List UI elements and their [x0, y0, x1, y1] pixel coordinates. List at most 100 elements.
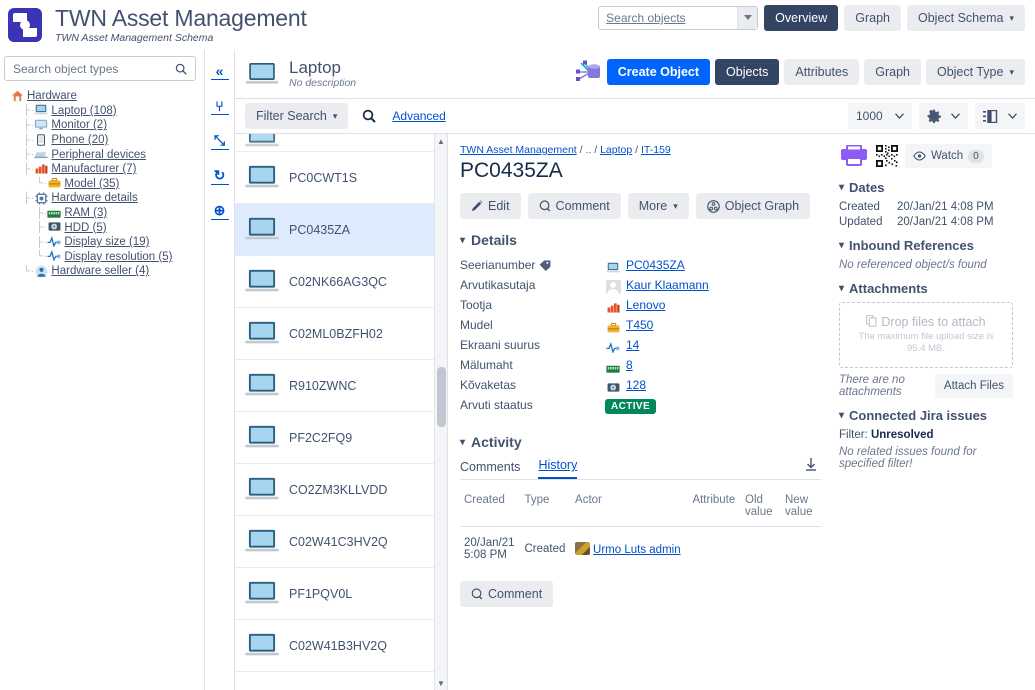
object-type-tree-item[interactable]: Hardware — [4, 89, 204, 104]
tab-attributes[interactable]: Attributes — [784, 59, 860, 85]
object-list-item[interactable]: PF2C2FQ9 — [235, 412, 447, 464]
object-type-tree-label[interactable]: Model (35) — [64, 178, 119, 190]
scroll-up-icon[interactable]: ▲ — [435, 134, 447, 148]
object-type-tree-item[interactable]: └· Display resolution (5) — [4, 250, 204, 265]
laptop-icon — [243, 424, 281, 452]
pulse-icon — [605, 340, 621, 354]
object-type-tree-item[interactable]: ├· HDD (5) — [4, 220, 204, 235]
create-object-button[interactable]: Create Object — [606, 59, 711, 85]
add-comment-button[interactable]: Comment — [460, 581, 554, 608]
object-type-tree-item[interactable]: ├· Peripheral devices — [4, 147, 204, 162]
page-size-select[interactable]: 1000 — [848, 103, 912, 129]
collapse-panel-icon[interactable]: « — [210, 62, 229, 80]
object-list[interactable]: PC0CWT1S PC0435ZA C02NK66AG3QC C02ML0BZFH02… — [235, 134, 448, 690]
attachments-header[interactable]: ▾ Attachments — [839, 281, 1013, 296]
overview-button[interactable]: Overview — [764, 5, 839, 31]
object-list-item[interactable]: CO2ZM3KLLVDD — [235, 464, 447, 516]
object-type-tree-label[interactable]: Display size (19) — [64, 236, 149, 248]
object-type-tree-label[interactable]: Hardware seller (4) — [51, 265, 149, 277]
inbound-references-header[interactable]: ▾ Inbound References — [839, 238, 1013, 253]
object-graph-button[interactable]: Object Graph — [695, 193, 811, 220]
scrollbar-thumb[interactable] — [437, 367, 446, 427]
object-type-tree-item[interactable]: ├· Hardware details — [4, 191, 204, 206]
object-type-tree-label[interactable]: HDD (5) — [64, 222, 106, 234]
attachment-dropzone[interactable]: Drop files to attach The maximum file up… — [839, 302, 1013, 368]
jira-filter-line: Filter: Unresolved — [839, 429, 1013, 441]
object-schema-button[interactable]: Object Schema ▾ — [907, 5, 1025, 31]
chevron-down-icon[interactable] — [737, 7, 758, 29]
object-list-item-label: PF1PQV0L — [289, 586, 353, 601]
attach-files-button[interactable]: Attach Files — [934, 374, 1013, 398]
attribute-value-link[interactable]: Kaur Klaamann — [626, 278, 709, 292]
history-actor-link[interactable]: Urmo Luts admin — [593, 544, 681, 556]
object-type-tree-item[interactable]: ├· Monitor (2) — [4, 118, 204, 133]
tab-comments[interactable]: Comments — [460, 460, 520, 479]
filter-search-button[interactable]: Filter Search ▾ — [245, 103, 349, 129]
refresh-icon[interactable]: ↻ — [210, 167, 229, 185]
jira-issues-header[interactable]: ▾ Connected Jira issues — [839, 408, 1013, 423]
search-object-types-input[interactable]: Search object types — [4, 56, 196, 81]
tab-objects[interactable]: Objects — [715, 59, 780, 85]
printer-icon[interactable] — [839, 145, 869, 167]
object-type-tree-label[interactable]: Hardware — [27, 90, 77, 102]
object-list-item[interactable]: C02W41C3HV2Q — [235, 516, 447, 568]
settings-menu-button[interactable] — [919, 103, 968, 129]
tab-history[interactable]: History — [538, 458, 578, 480]
tab-graph[interactable]: Graph — [864, 59, 921, 85]
object-type-tree-item[interactable]: ├· Phone (20) — [4, 133, 204, 148]
tree-view-icon[interactable]: ⑂ — [210, 97, 229, 115]
object-list-item[interactable] — [235, 134, 447, 152]
attribute-value-link[interactable]: Lenovo — [626, 298, 665, 312]
object-type-tree-label[interactable]: Peripheral devices — [51, 149, 146, 161]
object-type-menu-button[interactable]: Object Type ▾ — [925, 59, 1025, 85]
breadcrumb-item[interactable]: TWN Asset Management — [460, 144, 577, 156]
attribute-value-link[interactable]: 14 — [626, 338, 639, 352]
activity-section-header[interactable]: ▾ Activity — [460, 434, 821, 450]
object-type-tree-label[interactable]: Phone (20) — [51, 134, 108, 146]
advanced-link[interactable]: Advanced — [392, 109, 445, 123]
columns-menu-button[interactable] — [975, 103, 1025, 129]
no-attachments-text: There are no attachments — [839, 374, 905, 398]
attribute-value-link[interactable]: PC0435ZA — [626, 258, 685, 272]
object-type-tree-item[interactable]: ├· Display size (19) — [4, 235, 204, 250]
object-type-tree-item[interactable]: └· Model (35) — [4, 177, 204, 192]
search-objects-input[interactable]: Search objects — [598, 6, 759, 30]
object-type-tree-label[interactable]: Hardware details — [51, 192, 137, 204]
breadcrumb-item[interactable]: IT-159 — [641, 144, 671, 156]
add-object-type-icon[interactable]: ⊕ — [210, 202, 229, 220]
object-list-item[interactable]: R910ZWNC — [235, 360, 447, 412]
watch-button[interactable]: Watch 0 — [905, 144, 992, 168]
object-type-tree-label[interactable]: Manufacturer (7) — [51, 163, 136, 175]
object-list-item[interactable]: PF1PQV0L — [235, 568, 447, 620]
download-icon[interactable] — [805, 458, 817, 474]
object-list-item[interactable]: C02ML0BZFH02 — [235, 308, 447, 360]
qr-code-icon[interactable] — [875, 144, 899, 168]
comment-button[interactable]: Comment — [527, 193, 621, 220]
dates-section-header[interactable]: ▾ Dates — [839, 180, 1013, 195]
content-area: Laptop No description Create Object Obje… — [235, 50, 1035, 690]
graph-button[interactable]: Graph — [844, 5, 901, 31]
object-list-item[interactable]: PC0CWT1S — [235, 152, 447, 204]
more-button[interactable]: More ▾ — [627, 193, 689, 220]
object-type-tree-item[interactable]: └· Hardware seller (4) — [4, 264, 204, 279]
search-icon[interactable] — [362, 109, 377, 123]
object-list-item[interactable]: C02W41B3HV2Q — [235, 620, 447, 672]
object-type-tree-item[interactable]: ├· RAM (3) — [4, 206, 204, 221]
scroll-down-icon[interactable]: ▼ — [435, 676, 447, 690]
object-type-tree-label[interactable]: Monitor (2) — [51, 119, 107, 131]
object-type-tree-label[interactable]: RAM (3) — [64, 207, 107, 219]
attribute-value-link[interactable]: T450 — [626, 318, 653, 332]
object-type-tree-item[interactable]: ├· Manufacturer (7) — [4, 162, 204, 177]
breadcrumb-item[interactable]: Laptop — [600, 144, 632, 156]
object-list-item[interactable]: C02NK66AG3QC — [235, 256, 447, 308]
details-section-header[interactable]: ▾ Details — [460, 232, 821, 248]
edit-button[interactable]: Edit — [460, 193, 521, 220]
object-list-scrollbar[interactable]: ▲ ▼ — [434, 134, 447, 690]
expand-icon[interactable]: ⤡ — [210, 132, 229, 150]
object-type-tree-label[interactable]: Laptop (108) — [51, 105, 116, 117]
object-type-tree-item[interactable]: ├· Laptop (108) — [4, 104, 204, 119]
object-list-item-selected[interactable]: PC0435ZA — [235, 204, 447, 256]
attribute-value-link[interactable]: 8 — [626, 358, 633, 372]
object-type-tree-label[interactable]: Display resolution (5) — [64, 251, 172, 263]
attribute-value-link[interactable]: 128 — [626, 378, 646, 392]
